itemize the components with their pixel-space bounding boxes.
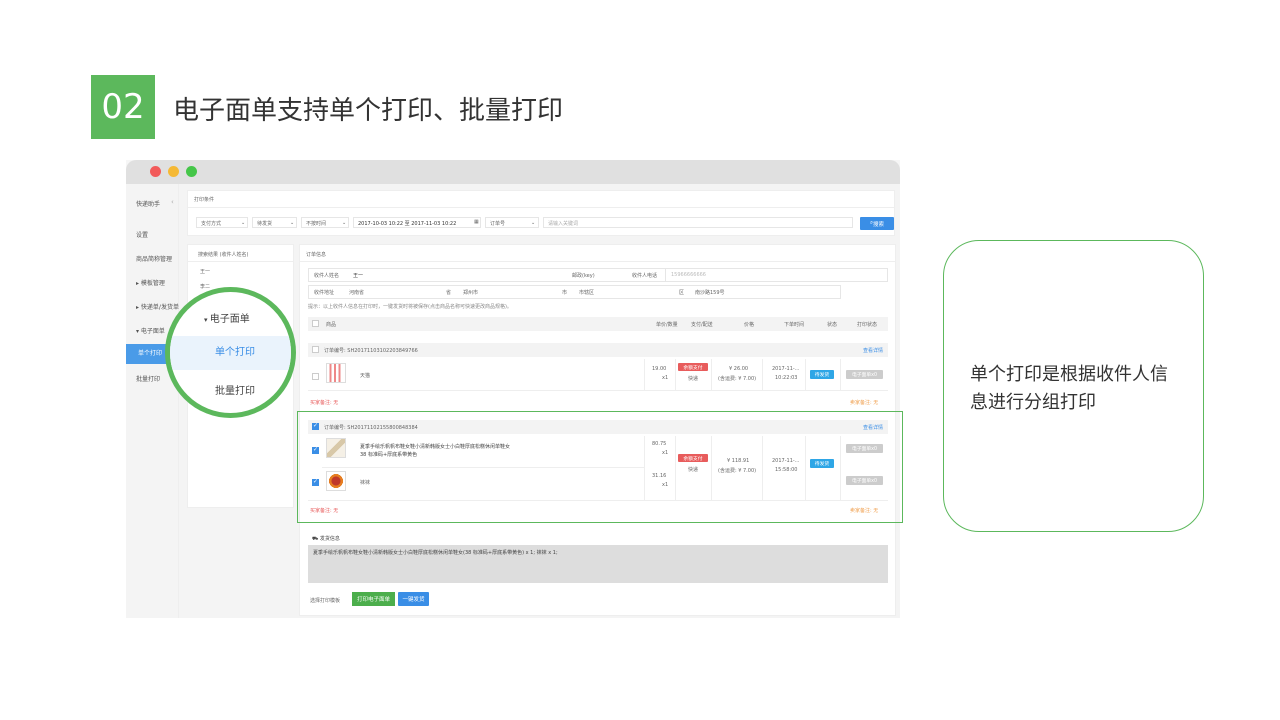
results-title: 搜索结果 (收件人姓名) [198, 252, 249, 258]
chevron-down-icon: ⌄ [241, 220, 246, 226]
divider [300, 261, 895, 262]
zoom-menu-single-print[interactable]: 单个打印 [170, 336, 291, 370]
filter-panel: 打印条件 支付方式 ⌄ 待发货 ⌄ 不按时间 ⌄ 2017-10-03 10:2… [187, 190, 895, 236]
main-content: 打印条件 支付方式 ⌄ 待发货 ⌄ 不按时间 ⌄ 2017-10-03 10:2… [179, 184, 900, 618]
chevron-down-icon: ⌄ [531, 220, 536, 226]
seller-note: 卖家备注: 无 [850, 400, 879, 406]
quantity: x1 [662, 375, 669, 381]
sidebar-item-templates[interactable]: ▸ 模板管理 [136, 278, 165, 287]
order-info-title: 订单信息 [306, 252, 327, 258]
print-status-badge[interactable]: 电子面单x0 [846, 370, 883, 379]
divider [711, 359, 712, 391]
date-range-input[interactable]: 2017-10-03 10:22 至 2017-11-03 10:22 ▦ [353, 217, 481, 228]
divider [840, 359, 841, 391]
time-filter-select[interactable]: 不按时间 ⌄ [301, 217, 349, 228]
collapse-icon[interactable]: ‹ [171, 198, 174, 206]
shipping-textarea[interactable]: 夏季手绘乐帆帆布鞋女鞋小清新韩版女士小白鞋厚底松糕休闲单鞋女(38 标准码+厚底… [308, 545, 888, 583]
divider [188, 261, 293, 262]
ship-status-select[interactable]: 待发货 ⌄ [252, 217, 297, 228]
address-row: 收件地址 河南省 省 郑州市 市 市辖区 区 南沙路159号 [308, 285, 841, 299]
chevron-down-icon: ⌄ [290, 220, 295, 226]
slide: 02 电子面单支持单个打印、批量打印 快递助手 ‹ 设置 商品简称管理 ▸ 模板… [0, 0, 1280, 720]
pay-tag: 余额支付 [678, 363, 708, 371]
order-field-select[interactable]: 订单号 ⌄ [485, 217, 539, 228]
zoom-menu-header[interactable]: ▾ 电子面单 [170, 310, 291, 325]
tip-text: 提示：以上收件人信息在打印时，一键发货时将被保存(点击商品名称可快速更改商品规格… [308, 304, 512, 310]
shipping-section: ⛟ 发货信息 夏季手绘乐帆帆布鞋女鞋小清新韩版女士小白鞋厚底松糕休闲单鞋女(38… [308, 531, 888, 593]
divider [675, 359, 676, 391]
buyer-note: 买家备注: 无 [310, 400, 339, 406]
template-label: 选择打印模板 [310, 598, 341, 604]
city-field[interactable]: 郑州市 [463, 289, 478, 296]
order-checkbox[interactable] [312, 346, 319, 353]
order-header: 订单编号: SH20171103102203849766 查看详情 [308, 343, 888, 357]
minimize-dot-icon[interactable] [168, 166, 179, 177]
order-date: 2017-11-... [772, 366, 800, 372]
phone-field[interactable]: 15966666666 [665, 268, 888, 282]
filter-title: 打印条件 [194, 197, 215, 203]
status-badge: 待发货 [810, 370, 834, 379]
highlight-frame [297, 411, 903, 523]
ship-method: 快递 [688, 376, 699, 382]
order-item-row: 天猫 19.00 x1 余额支付 快递 ¥ 26.00 (含运费: ¥ 7.00… [308, 359, 888, 391]
table-header: 商品 单价/数量 支付/配送 价格 下单时间 状态 打印状态 [308, 317, 888, 331]
callout-text: 单个打印是根据收件人信息进行分组打印 [970, 364, 1168, 413]
callout-box: 单个打印是根据收件人信息进行分组打印 [943, 240, 1204, 532]
sidebar-title: 快递助手 [136, 201, 161, 208]
sidebar-item-eface[interactable]: ▾ 电子面单 [136, 326, 165, 335]
sidebar-item-settings[interactable]: 设置 [136, 230, 148, 239]
province-field[interactable]: 河南省 [349, 289, 364, 296]
freight: (含运费: ¥ 7.00) [718, 376, 757, 382]
divider [644, 359, 645, 391]
chevron-down-icon: ⌄ [342, 220, 347, 226]
payment-select[interactable]: 支付方式 ⌄ [196, 217, 248, 228]
recipient-row: 收件人姓名 王一 邮政(key) 收件人电话 [308, 268, 688, 282]
street-field[interactable]: 南沙路159号 [695, 289, 725, 296]
zoom-magnifier: ▾ 电子面单 单个打印 批量打印 [165, 287, 296, 418]
result-name[interactable]: 李二 [200, 283, 210, 290]
unit-price: 19.00 [652, 366, 667, 372]
calendar-icon: ▦ [474, 219, 479, 225]
recipient-name-field[interactable]: 王一 [353, 272, 363, 279]
zoom-menu-batch-print[interactable]: 批量打印 [170, 382, 291, 397]
search-button[interactable]: ⌕ 搜索 [860, 217, 894, 230]
sidebar: 快递助手 ‹ 设置 商品简称管理 ▸ 模板管理 ▸ 快递单/发货单 ▾ 电子面单… [126, 184, 179, 618]
order-total: ¥ 26.00 [729, 366, 749, 372]
divider [762, 359, 763, 391]
view-detail-link[interactable]: 查看详情 [863, 347, 883, 354]
section-number: 02 [91, 75, 155, 139]
result-name[interactable]: 王一 [200, 268, 210, 275]
truck-icon: ⛟ [312, 536, 320, 542]
item-checkbox[interactable] [312, 373, 319, 380]
divider [188, 207, 894, 208]
one-click-ship-button[interactable]: 一键发货 [398, 592, 429, 606]
print-eface-button[interactable]: 打印电子面单 [352, 592, 395, 606]
maximize-dot-icon[interactable] [186, 166, 197, 177]
select-all-checkbox[interactable] [312, 320, 319, 327]
keyword-input[interactable]: 请输入关键词 [543, 217, 853, 228]
sidebar-item-batch-print[interactable]: 批量打印 [136, 374, 160, 383]
product-name[interactable]: 天猫 [360, 372, 370, 379]
shipping-title: ⛟ 发货信息 [312, 536, 340, 542]
slide-title: 电子面单支持单个打印、批量打印 [173, 96, 564, 126]
sidebar-item-product-alias[interactable]: 商品简称管理 [136, 254, 172, 263]
divider [805, 359, 806, 391]
order-time: 10:22:03 [775, 375, 798, 381]
browser-titlebar [126, 160, 900, 184]
product-thumbnail[interactable] [326, 363, 346, 383]
close-dot-icon[interactable] [150, 166, 161, 177]
district-field[interactable]: 市辖区 [579, 289, 594, 296]
